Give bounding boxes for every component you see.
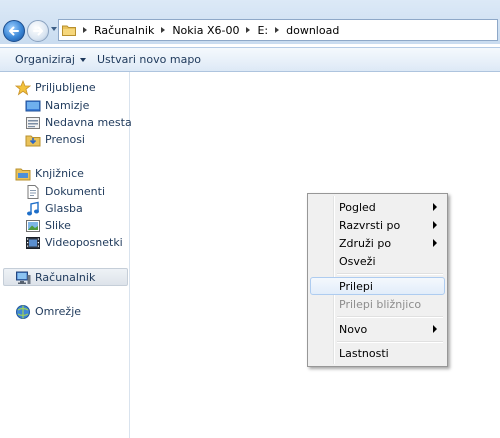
breadcrumb-separator-icon[interactable]	[246, 27, 251, 33]
nav-computer[interactable]: Računalnik	[15, 269, 95, 286]
network-icon	[16, 304, 30, 319]
submenu-arrow-icon	[433, 203, 437, 211]
chevron-down-icon	[79, 58, 86, 62]
nav-item-recent-places[interactable]: Nedavna mesta	[25, 114, 132, 131]
nav-computer-label: Računalnik	[35, 271, 96, 284]
command-bar: Organiziraj Ustvari novo mapo	[0, 47, 500, 72]
menu-item-group-by[interactable]: Združi po	[310, 234, 445, 252]
forward-arrow-icon	[33, 26, 43, 36]
breadcrumb-computer[interactable]: Računalnik	[94, 24, 154, 37]
recent-pages-dropdown[interactable]	[51, 27, 57, 31]
breadcrumb-device[interactable]: Nokia X6-00	[172, 24, 239, 37]
organize-button[interactable]: Organiziraj	[15, 53, 86, 66]
menu-item-sort-by[interactable]: Razvrsti po	[310, 216, 445, 234]
nav-network[interactable]: Omrežje	[15, 303, 81, 320]
star-icon	[15, 79, 31, 95]
menu-item-refresh[interactable]: Osveži	[310, 252, 445, 270]
back-button[interactable]	[3, 20, 25, 42]
menu-item-label: Pogled	[339, 201, 376, 214]
submenu-arrow-icon	[433, 221, 437, 229]
menu-separator	[337, 273, 443, 275]
nav-item-pictures[interactable]: Slike	[25, 217, 71, 234]
nav-favorites-label: Priljubljene	[35, 81, 96, 94]
desktop-icon	[25, 100, 41, 111]
recent-places-icon	[26, 116, 40, 129]
menu-item-label: Razvrsti po	[339, 219, 401, 232]
downloads-icon	[25, 135, 41, 146]
forward-button[interactable]	[27, 20, 49, 42]
folder-icon	[62, 24, 76, 36]
computer-icon	[16, 271, 31, 284]
videos-icon	[26, 236, 40, 249]
nav-item-label: Slike	[45, 219, 71, 232]
address-toolbar: Računalnik Nokia X6-00 E: download	[0, 0, 500, 44]
nav-item-desktop[interactable]: Namizje	[25, 97, 89, 114]
back-arrow-icon	[9, 26, 19, 36]
menu-item-label: Združi po	[339, 237, 392, 250]
navigation-pane: Priljubljene Namizje Nedavna mesta Preno…	[0, 72, 132, 438]
pictures-icon	[26, 219, 40, 232]
breadcrumb-separator-icon[interactable]	[275, 27, 280, 33]
nav-item-label: Videoposnetki	[45, 236, 123, 249]
menu-item-label: Novo	[339, 323, 368, 336]
context-menu: Pogled Razvrsti po Združi po Osveži Pril…	[307, 193, 448, 367]
nav-item-downloads[interactable]: Prenosi	[25, 131, 85, 148]
libraries-icon	[15, 168, 31, 180]
organize-label: Organiziraj	[15, 53, 75, 66]
breadcrumb-folder[interactable]: download	[286, 24, 339, 37]
menu-separator	[337, 316, 443, 318]
menu-item-properties[interactable]: Lastnosti	[310, 344, 445, 362]
submenu-arrow-icon	[433, 325, 437, 333]
menu-item-label: Prilepi	[339, 280, 373, 293]
breadcrumb-separator-icon[interactable]	[83, 27, 87, 33]
menu-item-label: Osveži	[339, 255, 376, 268]
nav-libraries[interactable]: Knjižnice	[15, 165, 84, 182]
nav-item-label: Glasba	[45, 202, 83, 215]
breadcrumb-drive[interactable]: E:	[257, 24, 268, 37]
menu-item-paste-shortcut[interactable]: Prilepi bližnjico	[310, 295, 445, 313]
menu-separator	[337, 341, 443, 343]
menu-item-new[interactable]: Novo	[310, 320, 445, 338]
documents-icon	[27, 184, 39, 199]
nav-item-documents[interactable]: Dokumenti	[25, 183, 105, 200]
new-folder-button[interactable]: Ustvari novo mapo	[97, 53, 201, 66]
music-icon	[27, 201, 39, 215]
breadcrumb-separator-icon[interactable]	[161, 27, 166, 33]
nav-item-label: Prenosi	[45, 133, 85, 146]
menu-item-label: Prilepi bližnjico	[339, 298, 422, 311]
nav-item-label: Namizje	[45, 99, 90, 112]
nav-item-label: Dokumenti	[45, 185, 106, 198]
address-bar[interactable]: Računalnik Nokia X6-00 E: download	[58, 19, 498, 41]
nav-item-label: Nedavna mesta	[45, 116, 132, 129]
nav-libraries-label: Knjižnice	[35, 167, 84, 180]
nav-network-label: Omrežje	[35, 305, 82, 318]
menu-item-view[interactable]: Pogled	[310, 198, 445, 216]
nav-favorites[interactable]: Priljubljene	[15, 79, 96, 96]
submenu-arrow-icon	[433, 239, 437, 247]
nav-item-music[interactable]: Glasba	[25, 200, 83, 217]
nav-item-videos[interactable]: Videoposnetki	[25, 234, 123, 251]
menu-item-paste[interactable]: Prilepi	[310, 277, 445, 295]
menu-item-label: Lastnosti	[339, 347, 389, 360]
